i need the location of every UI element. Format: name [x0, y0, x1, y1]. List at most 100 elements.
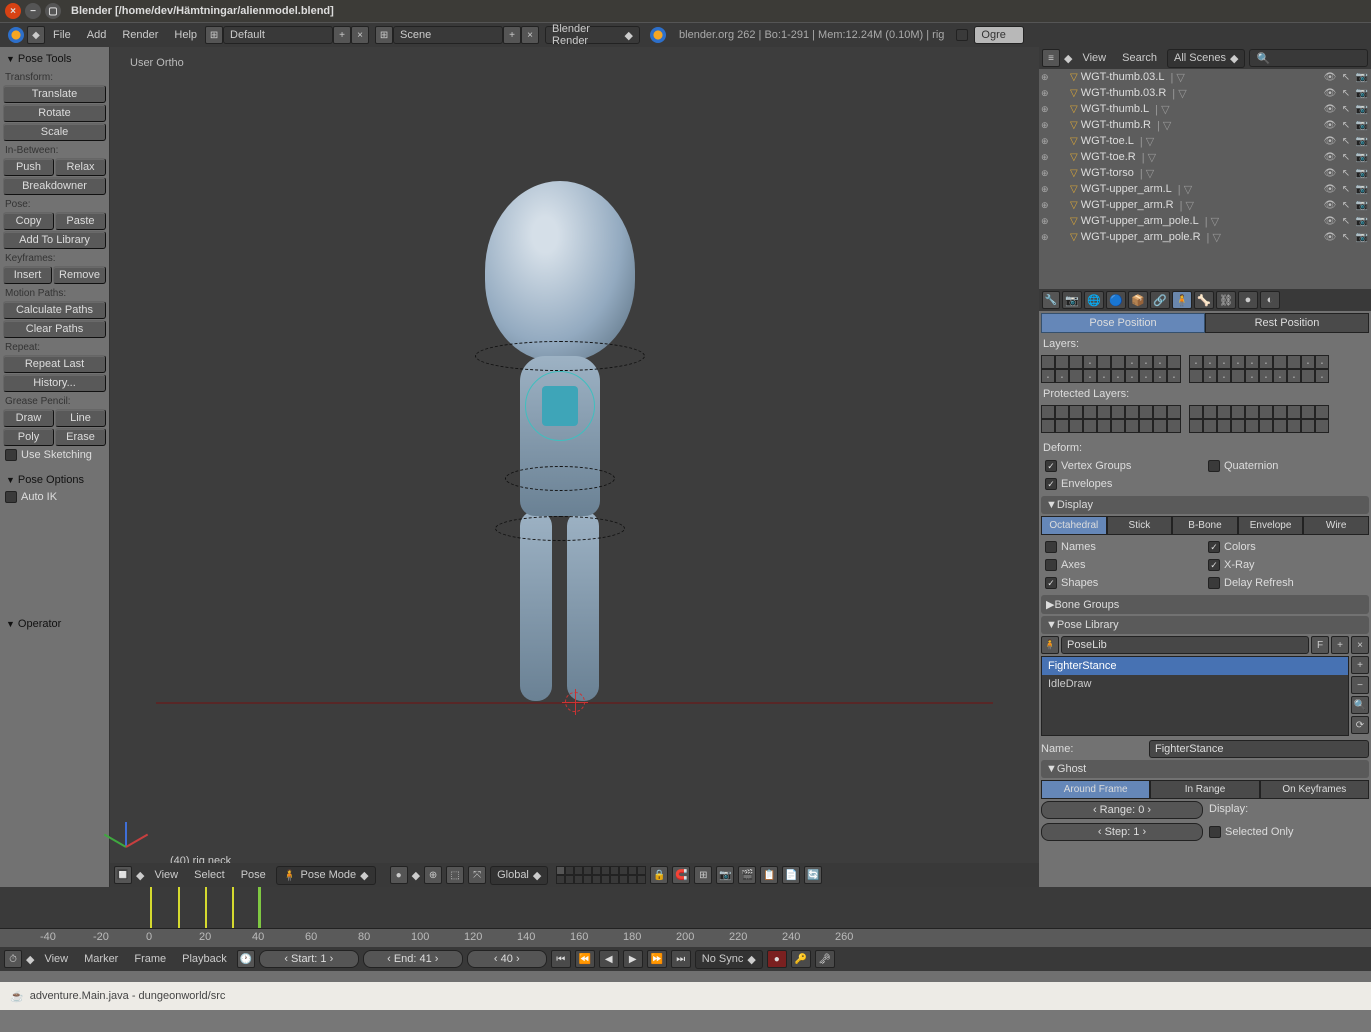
- armature-layers-grid[interactable]: [1041, 355, 1369, 383]
- layout-browse-icon[interactable]: ⊞: [205, 26, 223, 44]
- properties-editor-icon[interactable]: 🔧: [1042, 291, 1060, 309]
- timeline-marker-menu[interactable]: Marker: [78, 953, 124, 965]
- poselib-unlink-icon[interactable]: ×: [1351, 636, 1369, 654]
- insert-keyframe-button[interactable]: Insert: [3, 266, 52, 284]
- poselib-add-icon[interactable]: +: [1331, 636, 1349, 654]
- rotate-button[interactable]: Rotate: [3, 104, 106, 122]
- outliner-search-input[interactable]: 🔍: [1249, 49, 1368, 67]
- manipulator-icon[interactable]: ⬚: [446, 866, 464, 884]
- layout-remove-icon[interactable]: ×: [351, 26, 369, 44]
- delay-refresh-checkbox[interactable]: [1208, 577, 1220, 589]
- jump-prev-key-icon[interactable]: ⏪: [575, 950, 595, 968]
- mode-select[interactable]: 🧍 Pose Mode ◆: [276, 866, 376, 885]
- ghost-around-frame[interactable]: Around Frame: [1041, 780, 1150, 799]
- clear-paths-button[interactable]: Clear Paths: [3, 320, 106, 338]
- ghost-range-field[interactable]: ‹ Range: 0 ›: [1041, 801, 1203, 819]
- paste-flip-icon[interactable]: 🔄: [804, 866, 822, 884]
- ghost-step-field[interactable]: ‹ Step: 1 ›: [1041, 823, 1203, 841]
- object-tab-icon[interactable]: 📦: [1128, 291, 1148, 309]
- display-panel-header[interactable]: ▼ Display: [1041, 496, 1369, 514]
- physics-tab-icon[interactable]: ◐: [1260, 291, 1280, 309]
- keying-set-icon[interactable]: 🔑: [791, 950, 811, 968]
- select-menu[interactable]: Select: [188, 869, 231, 881]
- bone-tab-icon[interactable]: 🦴: [1194, 291, 1214, 309]
- relax-button[interactable]: Relax: [55, 158, 106, 176]
- menu-help[interactable]: Help: [166, 29, 205, 41]
- outliner-search-menu[interactable]: Search: [1116, 52, 1163, 64]
- outliner-row[interactable]: ⊕▽WGT-upper_arm.L| ▽👁↖📷: [1039, 181, 1371, 197]
- material-tab-icon[interactable]: ●: [1238, 291, 1258, 309]
- outliner-scope-select[interactable]: All Scenes ◆: [1167, 49, 1245, 68]
- display-wire[interactable]: Wire: [1303, 516, 1369, 535]
- xray-checkbox[interactable]: ✓: [1208, 559, 1220, 571]
- outliner-row[interactable]: ⊕▽WGT-thumb.03.L| ▽👁↖📷: [1039, 69, 1371, 85]
- expand-menu-icon[interactable]: ◆: [136, 869, 144, 882]
- layout-add-icon[interactable]: +: [333, 26, 351, 44]
- scale-button[interactable]: Scale: [3, 123, 106, 141]
- jump-start-icon[interactable]: ⏮: [551, 950, 571, 968]
- poselib-name-field[interactable]: PoseLib: [1061, 636, 1309, 654]
- quaternion-checkbox[interactable]: [1208, 460, 1220, 472]
- selected-only-checkbox[interactable]: [1209, 826, 1221, 838]
- calculate-paths-button[interactable]: Calculate Paths: [3, 301, 106, 319]
- pose-list[interactable]: FighterStance IdleDraw: [1041, 656, 1349, 736]
- display-stick[interactable]: Stick: [1107, 516, 1173, 535]
- editor-type-selector[interactable]: ◆: [27, 26, 45, 44]
- bone-groups-header[interactable]: ▶ Bone Groups: [1041, 595, 1369, 614]
- outliner-tree[interactable]: ⊕▽WGT-thumb.03.L| ▽👁↖📷⊕▽WGT-thumb.03.R| …: [1039, 69, 1371, 289]
- gp-erase-button[interactable]: Erase: [55, 428, 106, 446]
- close-window-icon[interactable]: ×: [5, 3, 21, 19]
- maximize-window-icon[interactable]: ▢: [45, 3, 61, 19]
- outliner-row[interactable]: ⊕▽WGT-torso| ▽👁↖📷: [1039, 165, 1371, 181]
- ogre-checkbox[interactable]: [956, 29, 968, 41]
- shading-expand-icon[interactable]: ◆: [412, 869, 420, 882]
- outliner-row[interactable]: ⊕▽WGT-thumb.03.R| ▽👁↖📷: [1039, 85, 1371, 101]
- timeline-view-menu[interactable]: View: [38, 953, 74, 965]
- outliner-row[interactable]: ⊕▽WGT-toe.R| ▽👁↖📷: [1039, 149, 1371, 165]
- menu-file[interactable]: File: [45, 29, 79, 41]
- timeline-track[interactable]: [0, 887, 1371, 929]
- add-to-library-button[interactable]: Add To Library: [3, 231, 106, 249]
- 3d-viewport[interactable]: User Ortho (40) rig neck 🔲 ◆ View Select…: [110, 47, 1039, 887]
- minimize-window-icon[interactable]: −: [25, 3, 41, 19]
- display-octahedral[interactable]: Octahedral: [1041, 516, 1107, 535]
- blender-logo-icon[interactable]: [8, 27, 24, 43]
- pose-position-button[interactable]: Pose Position: [1041, 313, 1205, 333]
- pose-item-fighterstance[interactable]: FighterStance: [1042, 657, 1348, 675]
- ghost-header[interactable]: ▼ Ghost: [1041, 760, 1369, 778]
- view-menu[interactable]: View: [148, 869, 184, 881]
- scene-remove-icon[interactable]: ×: [521, 26, 539, 44]
- breakdowner-button[interactable]: Breakdowner: [3, 177, 106, 195]
- ghost-on-keyframes[interactable]: On Keyframes: [1260, 780, 1369, 799]
- play-icon[interactable]: ▶: [623, 950, 643, 968]
- scene-browse-icon[interactable]: ⊞: [375, 26, 393, 44]
- pose-sanitize-icon[interactable]: ⟳: [1351, 716, 1369, 734]
- paste-button[interactable]: Paste: [55, 212, 106, 230]
- copy-pose-icon[interactable]: 📋: [760, 866, 778, 884]
- outliner-row[interactable]: ⊕▽WGT-thumb.R| ▽👁↖📷: [1039, 117, 1371, 133]
- end-frame-field[interactable]: ‹ End: 41 ›: [363, 950, 463, 968]
- pivot-icon[interactable]: ⊕: [424, 866, 442, 884]
- pose-tools-header[interactable]: ▼Pose Tools: [3, 50, 106, 68]
- pose-name-field[interactable]: FighterStance: [1149, 740, 1369, 758]
- display-envelope[interactable]: Envelope: [1238, 516, 1304, 535]
- outliner-view-menu[interactable]: View: [1076, 52, 1112, 64]
- envelopes-checkbox[interactable]: ✓: [1045, 478, 1057, 490]
- sync-mode-select[interactable]: No Sync ◆: [695, 950, 763, 969]
- render-engine-select[interactable]: Blender Render ◆: [545, 26, 640, 44]
- jump-next-key-icon[interactable]: ⏩: [647, 950, 667, 968]
- outliner-row[interactable]: ⊕▽WGT-upper_arm.R| ▽👁↖📷: [1039, 197, 1371, 213]
- pose-options-header[interactable]: ▼Pose Options: [3, 471, 106, 489]
- outliner-row[interactable]: ⊕▽WGT-toe.L| ▽👁↖📷: [1039, 133, 1371, 149]
- push-button[interactable]: Push: [3, 158, 54, 176]
- menu-add[interactable]: Add: [79, 29, 115, 41]
- scene-tab-icon[interactable]: 🌐: [1084, 291, 1104, 309]
- translate-button[interactable]: Translate: [3, 85, 106, 103]
- history-button[interactable]: History...: [3, 374, 106, 392]
- current-frame-field[interactable]: ‹ 40 ›: [467, 950, 547, 968]
- timeline-frame-menu[interactable]: Frame: [128, 953, 172, 965]
- paste-pose-icon[interactable]: 📄: [782, 866, 800, 884]
- poselib-fake-user-icon[interactable]: F: [1311, 636, 1329, 654]
- scene-field[interactable]: Scene: [393, 26, 503, 44]
- manipulator-axes-icon[interactable]: ⤧: [468, 866, 486, 884]
